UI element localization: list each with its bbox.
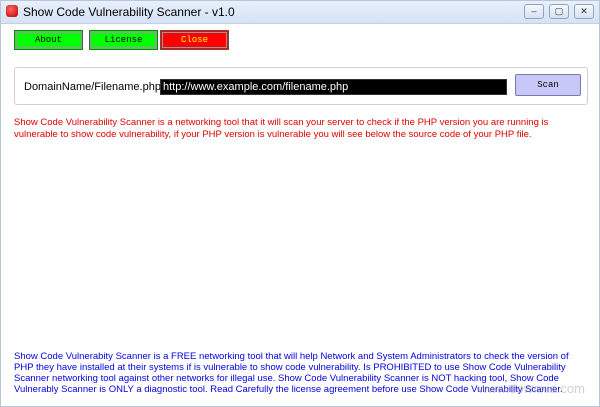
about-button[interactable]: About	[14, 30, 83, 50]
scan-button[interactable]: Scan	[515, 74, 581, 96]
app-icon	[6, 5, 18, 17]
domain-filename-label: DomainName/Filename.php	[24, 81, 161, 93]
window-close-button[interactable]: ✕	[574, 4, 594, 19]
maximize-button[interactable]: ▢	[549, 4, 569, 19]
close-button[interactable]: Close	[160, 30, 229, 50]
watermark: www.downxia.com	[478, 381, 585, 396]
window-title: Show Code Vulnerability Scanner - v1.0	[23, 5, 235, 19]
minimize-button[interactable]: ‒	[524, 4, 544, 19]
title-bar[interactable]: Show Code Vulnerability Scanner - v1.0 ‒…	[1, 1, 599, 24]
scan-panel: DomainName/Filename.php Scan	[14, 67, 588, 105]
app-window: Show Code Vulnerability Scanner - v1.0 ‒…	[0, 0, 600, 407]
tool-description: Show Code Vulnerability Scanner is a net…	[14, 117, 549, 140]
license-button[interactable]: License	[89, 30, 158, 50]
url-input[interactable]	[160, 79, 507, 95]
